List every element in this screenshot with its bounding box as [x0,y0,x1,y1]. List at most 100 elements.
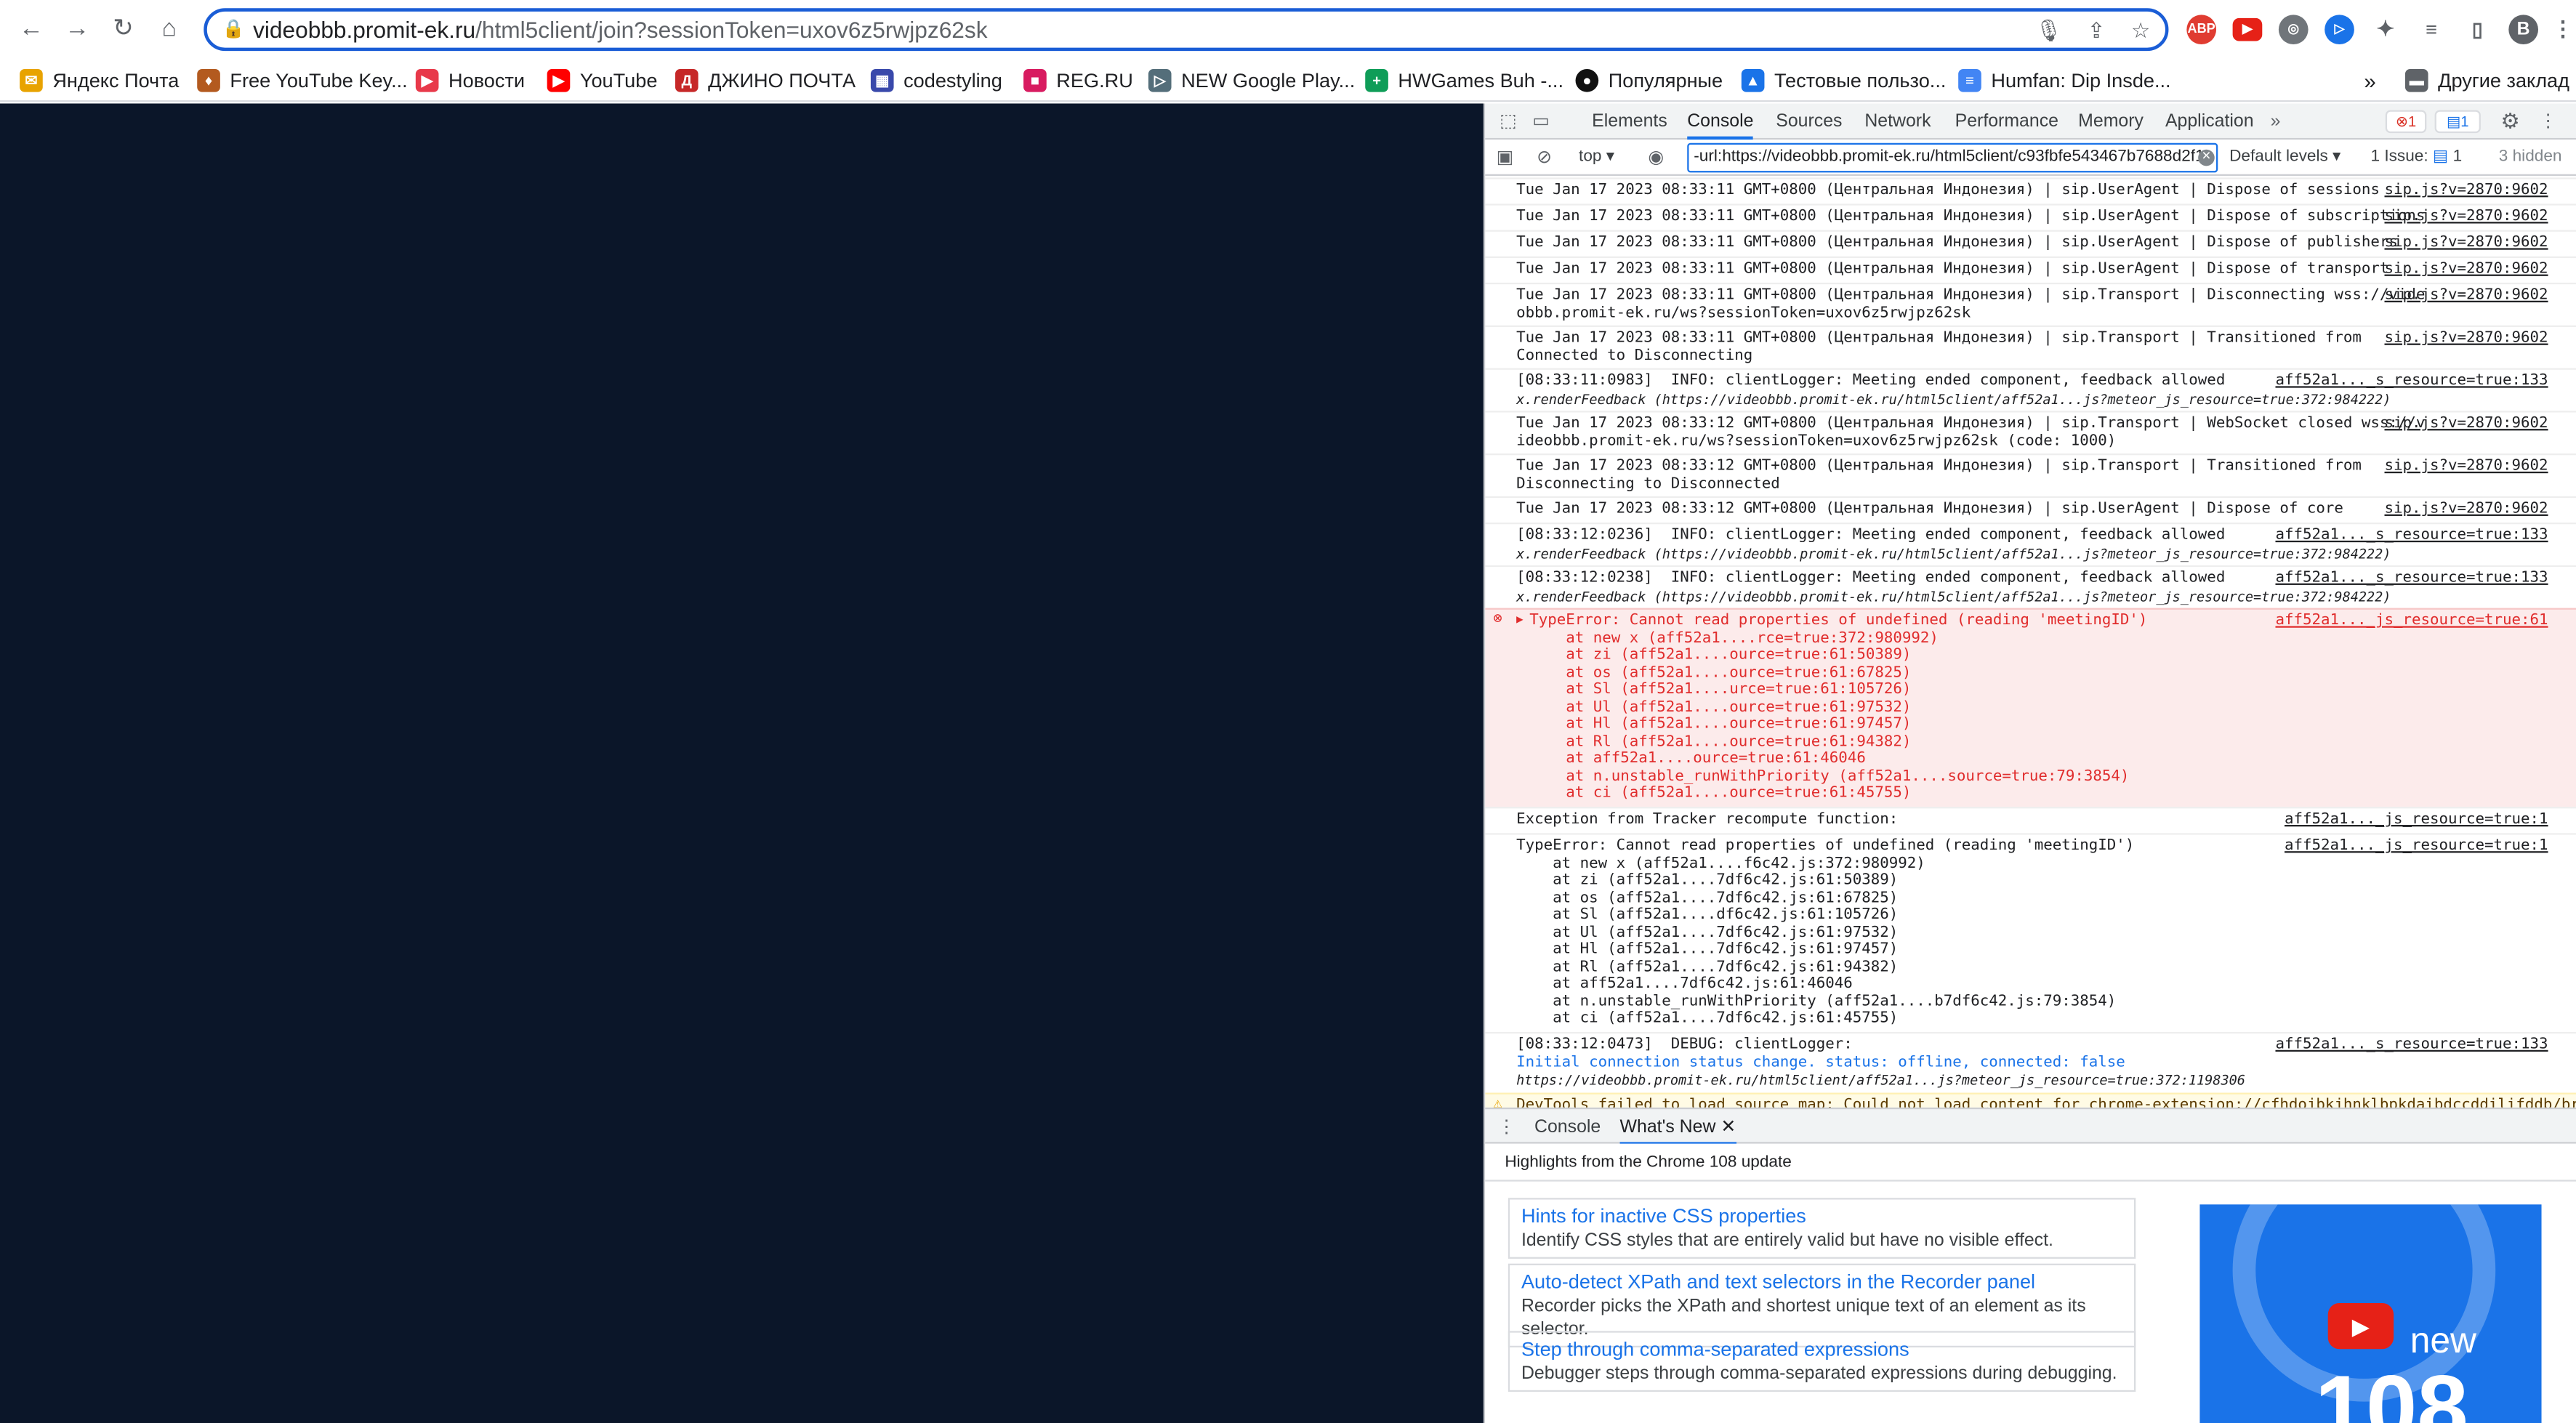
inspect-element-icon[interactable]: ⬚ [1495,103,1521,140]
extension-puzzle-alt-icon[interactable]: ◎ [2278,15,2309,45]
web-page-viewport [0,103,1484,1423]
url-text[interactable]: videobbb.promit-ek.ru/html5client/join?s… [253,17,987,43]
bookmark-item[interactable]: + HWGames Buh -... [1365,65,1563,95]
issues-button[interactable]: 1 Issue: ▤ 1 [2370,140,2462,176]
bookmark-item[interactable]: ▶ YouTube [547,65,657,95]
console-message[interactable]: Exception from Tracker recompute functio… [1485,807,2576,833]
message-counter[interactable]: ▤ 1 [2434,110,2481,134]
message-source-link[interactable]: aff52a1..._s_resource=true:133 [2275,1036,2548,1055]
console-filter-input[interactable]: -url:https://videobbb.promit-ek.ru/html5… [1687,142,2218,173]
bookmark-item[interactable]: ♦ Free YouTube Key... [197,65,408,95]
bookmark-item[interactable]: ■ REG.RU [1023,65,1133,95]
message-source-link[interactable]: sip.js?v=2870:9602 [2385,260,2548,278]
bookmark-item[interactable]: ▶ Новости [415,65,525,95]
message-source-link[interactable]: aff52a1..._s_resource=true:133 [2275,569,2548,588]
bookmark-star-icon[interactable]: ☆ [2126,17,2156,47]
youtube-extension-icon[interactable]: ▶ [2232,17,2263,41]
message-source-link[interactable]: sip.js?v=2870:9602 [2385,500,2548,519]
tab-network[interactable]: Network [1864,103,1931,140]
forward-arrow-icon[interactable]: → [59,12,95,48]
message-source-link[interactable]: aff52a1..._s_resource=true:133 [2275,372,2548,390]
feature-card[interactable]: Step through comma-separated expressions… [1508,1331,2136,1392]
message-source-link[interactable]: sip.js?v=2870:9602 [2385,415,2548,433]
message-source-link[interactable]: sip.js?v=2870:9602 [2385,234,2548,252]
context-selector[interactable]: top ▾ [1579,140,1614,176]
chrome-update-promo-image[interactable]: ▶ new 108 [2199,1204,2542,1423]
console-message[interactable]: Tue Jan 17 2023 08:33:12 GMT+0800 (Центр… [1485,411,2576,453]
back-arrow-icon[interactable]: ← [13,12,49,48]
live-expression-eye-icon[interactable]: ◉ [1643,140,1669,176]
reading-list-icon[interactable]: ≡ [2416,15,2447,45]
browser-menu-icon[interactable]: ⋮ [2548,15,2576,45]
feature-card[interactable]: Hints for inactive CSS properties Identi… [1508,1198,2136,1259]
console-message[interactable]: [08:33:12:0236] INFO: clientLogger: Meet… [1485,522,2576,565]
feature-title[interactable]: Hints for inactive CSS properties [1521,1204,2122,1229]
console-message[interactable]: TypeError: Cannot read properties of und… [1485,833,2576,1032]
console-message[interactable]: [08:33:12:0473] DEBUG: clientLogger: Init… [1485,1031,2576,1093]
message-source-link[interactable]: aff52a1..._js_resource=true:61 [2275,612,2548,630]
bookmark-item[interactable]: ▲ Тестовые пользо... [1741,65,1946,95]
device-toolbar-icon[interactable]: ▭ [1528,103,1554,140]
message-source-link[interactable]: aff52a1..._js_resource=true:1 [2285,811,2548,829]
more-bookmarks-chevron-icon[interactable]: » [2364,65,2375,95]
home-icon[interactable]: ⌂ [151,12,188,48]
console-message[interactable]: Tue Jan 17 2023 08:33:11 GMT+0800 (Центр… [1485,203,2576,230]
feature-title[interactable]: Auto-detect XPath and text selectors in … [1521,1270,2122,1295]
tab-elements[interactable]: Elements [1592,103,1667,140]
reload-icon[interactable]: ↻ [105,12,142,48]
blue-extension-icon[interactable]: ▷ [2325,15,2354,45]
bookmark-item[interactable]: ✉ Яндекс Почта [20,65,179,95]
console-message[interactable]: Tue Jan 17 2023 08:33:11 GMT+0800 (Центр… [1485,230,2576,257]
close-tab-icon[interactable]: ✕ [1720,1117,1736,1137]
message-source-link[interactable]: sip.js?v=2870:9602 [2385,208,2548,226]
console-message[interactable]: Tue Jan 17 2023 08:33:11 GMT+0800 (Центр… [1485,282,2576,326]
bookmark-item[interactable]: Д ДЖИНО ПОЧТА [675,65,856,95]
tab-memory[interactable]: Memory [2078,103,2144,140]
bookmark-item[interactable]: ▦ codestyling [870,65,1002,95]
sidebar-toggle-icon[interactable]: ▣ [1492,140,1518,176]
share-icon[interactable]: ⇪ [2082,17,2112,47]
message-source-link[interactable]: sip.js?v=2870:9602 [2385,182,2548,200]
devtools-menu-icon[interactable]: ⋮ [2537,103,2560,140]
feature-title[interactable]: Step through comma-separated expressions [1521,1337,2122,1362]
side-panel-icon[interactable]: ▯ [2463,15,2492,45]
console-message[interactable]: Tue Jan 17 2023 08:33:12 GMT+0800 (Центр… [1485,496,2576,523]
microphone-icon[interactable]: 🎙 [2034,17,2064,47]
tab-performance[interactable]: Performance [1955,103,2058,140]
drawer-menu-icon[interactable]: ⋮ [1497,1109,1516,1145]
clear-console-icon[interactable]: ⊘ [1531,140,1558,176]
tab-console[interactable]: Console [1687,103,1754,140]
message-source-link[interactable]: sip.js?v=2870:9602 [2385,329,2548,347]
console-message[interactable]: Tue Jan 17 2023 08:33:11 GMT+0800 (Центр… [1485,177,2576,203]
tab-application[interactable]: Application [2165,103,2254,140]
extensions-puzzle-icon[interactable]: ✦ [2370,15,2401,45]
adblock-plus-icon[interactable]: ABP [2186,15,2217,45]
bookmark-item[interactable]: ≡ Humfan: Dip Insde... [1958,65,2171,95]
console-message[interactable]: [08:33:12:0238] INFO: clientLogger: Meet… [1485,565,2576,608]
drawer-tab-whats-new[interactable]: What's New ✕ [1619,1109,1736,1145]
drawer-tab-console[interactable]: Console [1534,1109,1601,1145]
console-error-message[interactable]: ⊗ ▶ TypeError: Cannot read properties of u… [1485,608,2576,807]
profile-avatar[interactable]: B [2508,15,2539,45]
message-source-link[interactable]: sip.js?v=2870:9602 [2385,287,2548,305]
message-source-link[interactable]: aff52a1..._s_resource=true:133 [2275,527,2548,545]
console-warning-message[interactable]: ⚠ DevTools failed to load source map: Cou… [1485,1092,2576,1108]
message-source-link[interactable]: sip.js?v=2870:9602 [2385,458,2548,476]
tab-sources[interactable]: Sources [1776,103,1842,140]
clear-filter-icon[interactable]: ✕ [2198,149,2215,166]
expand-triangle-icon[interactable]: ▶ [1516,611,1524,629]
address-bar[interactable]: 🔒 videobbb.promit-ek.ru/html5client/join… [204,8,2169,52]
more-tabs-chevron-icon[interactable]: » [2271,103,2281,140]
console-message[interactable]: Tue Jan 17 2023 08:33:11 GMT+0800 (Центр… [1485,325,2576,368]
console-message[interactable]: Tue Jan 17 2023 08:33:12 GMT+0800 (Центр… [1485,453,2576,496]
lock-icon[interactable]: 🔒 [222,18,245,41]
message-source-link[interactable]: aff52a1..._js_resource=true:1 [2285,837,2548,855]
console-message[interactable]: Tue Jan 17 2023 08:33:11 GMT+0800 (Центр… [1485,256,2576,283]
error-counter[interactable]: ⊗ 1 [2385,110,2427,134]
console-message[interactable]: [08:33:11:0983] INFO: clientLogger: Meet… [1485,368,2576,411]
other-bookmarks-folder[interactable]: ▬ Другие заклад [2404,65,2569,95]
bookmark-item[interactable]: ● Популярные [1575,65,1723,95]
settings-gear-icon[interactable]: ⚙ [2497,103,2524,140]
log-levels-dropdown[interactable]: Default levels ▾ [2229,140,2340,176]
bookmark-item[interactable]: ▷ NEW Google Play... [1148,65,1355,95]
